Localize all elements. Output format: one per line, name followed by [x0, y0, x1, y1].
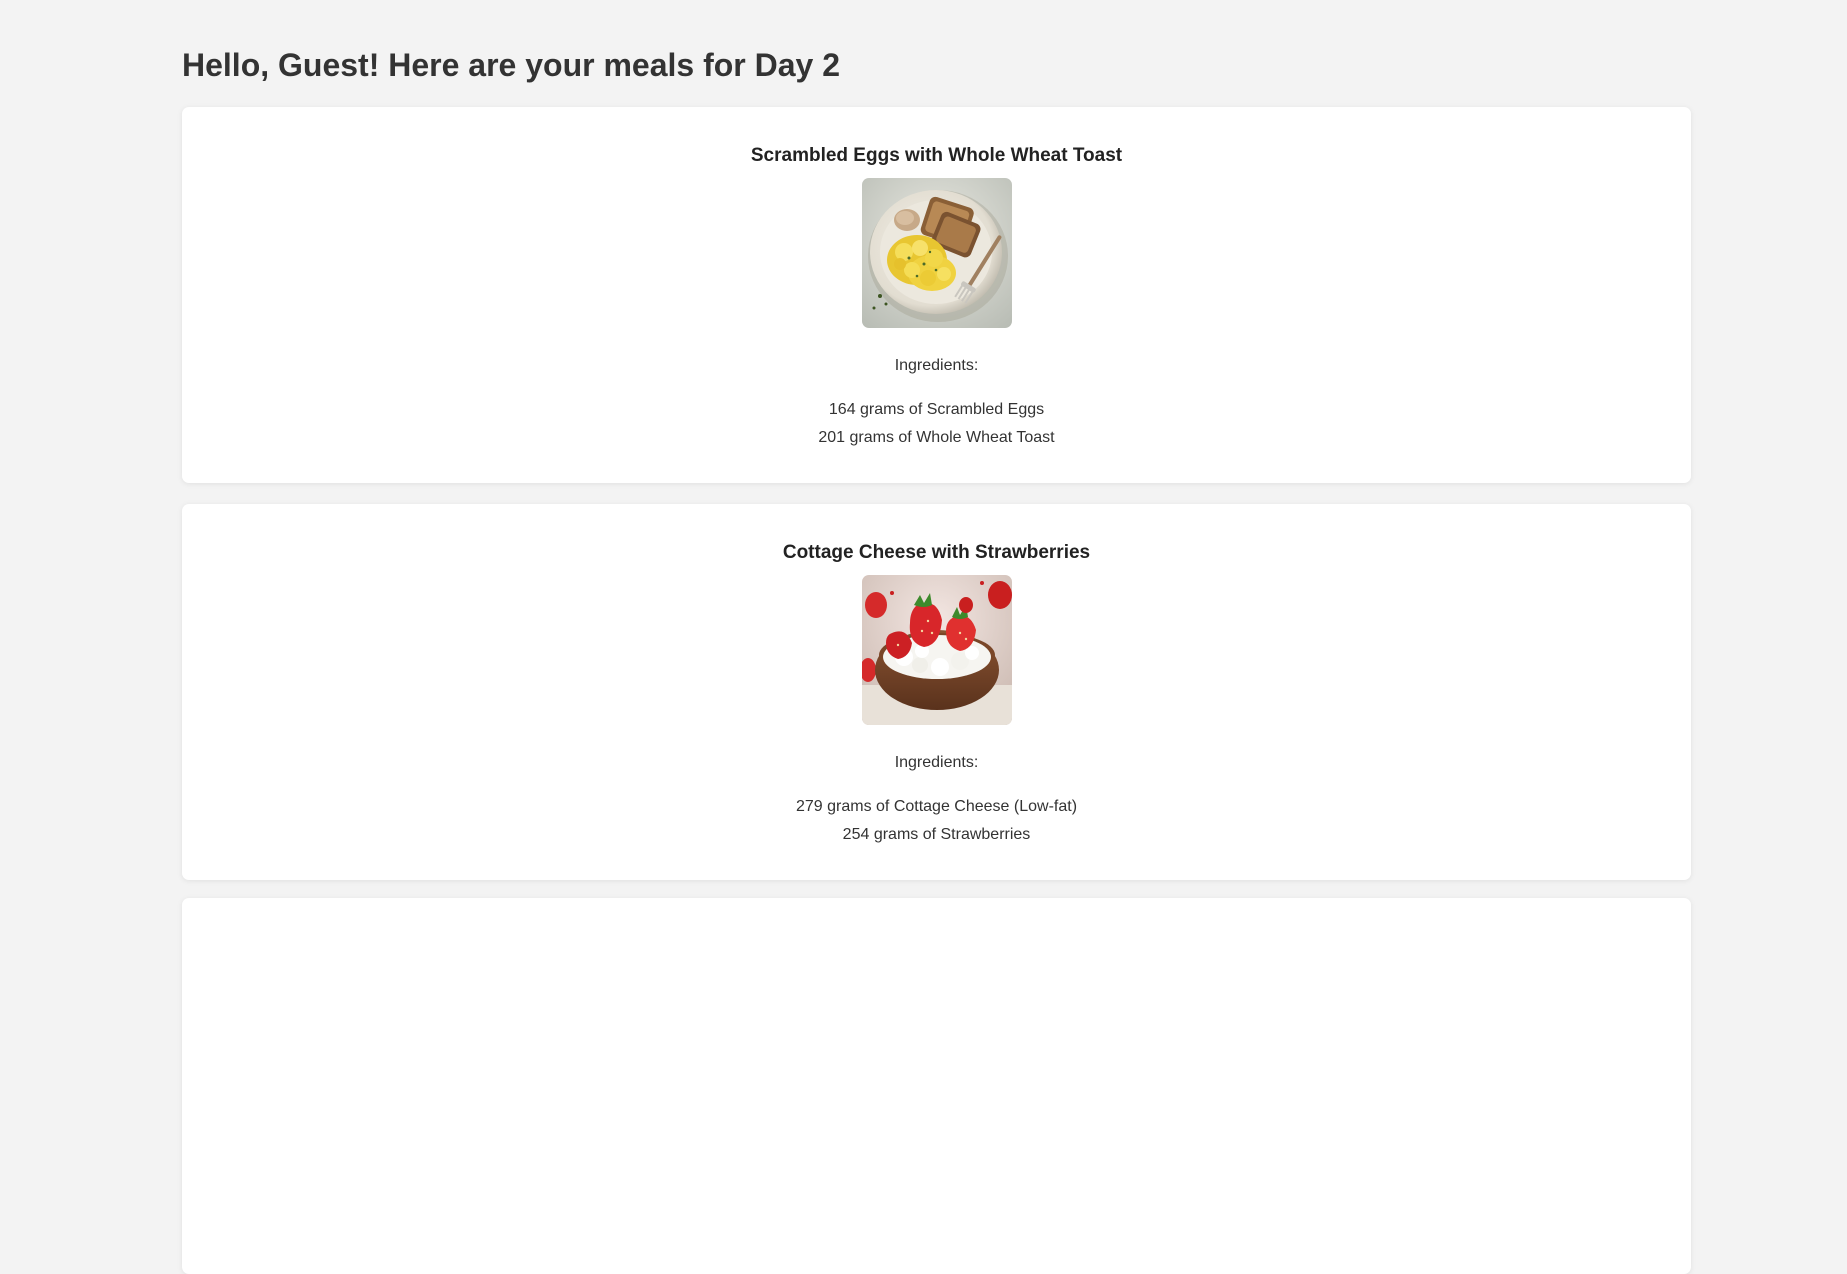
meal-card: Cottage Cheese with Strawberries Ingredi… [182, 504, 1691, 880]
meal-title: Cottage Cheese with Strawberries [782, 542, 1091, 563]
ingredients-list: 164 grams of Scrambled Eggs 201 grams of… [182, 396, 1691, 452]
ingredient-item: 254 grams of Strawberries [842, 826, 1031, 843]
page-title: Hello, Guest! Here are your meals for Da… [182, 47, 841, 83]
meal-title: Scrambled Eggs with Whole Wheat Toast [750, 145, 1123, 166]
scrambled-eggs-toast-image [862, 178, 1012, 328]
ingredients-label: Ingredients: [894, 357, 979, 374]
ingredients-list: 279 grams of Cottage Cheese (Low-fat) 25… [182, 793, 1691, 849]
meal-card: Scrambled Eggs with Whole Wheat Toast In… [182, 107, 1691, 483]
ingredient-item: 279 grams of Cottage Cheese (Low-fat) [795, 798, 1078, 815]
ingredient-item: 201 grams of Whole Wheat Toast [818, 429, 1055, 446]
ingredient-item: 164 grams of Scrambled Eggs [828, 401, 1045, 418]
cottage-cheese-strawberries-image [862, 575, 1012, 725]
meal-card [182, 898, 1691, 1274]
ingredients-label: Ingredients: [894, 754, 979, 771]
